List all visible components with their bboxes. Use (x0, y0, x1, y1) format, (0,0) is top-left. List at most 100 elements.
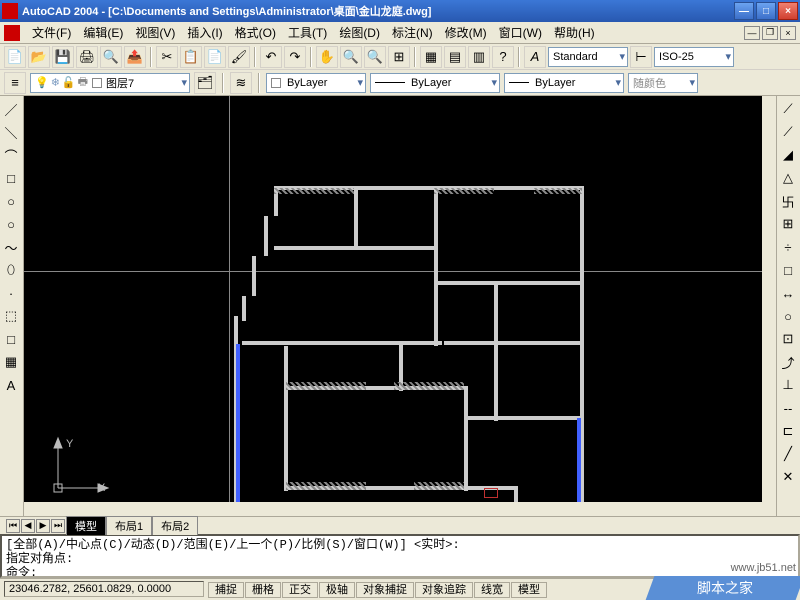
text-style-select[interactable]: Standard (548, 47, 628, 67)
modify-toolbar: ⟋⟋◢△卐⊞÷□↔○⊡⤴⊥--⊏╱✕ (776, 96, 800, 516)
status-toggle-2[interactable]: 正交 (282, 582, 318, 598)
modify-tool-3[interactable]: △ (777, 167, 799, 189)
close-button[interactable]: × (778, 2, 798, 20)
linetype-select[interactable]: ByLayer (370, 73, 500, 93)
menu-edit[interactable]: 编辑(E) (77, 22, 129, 43)
draw-tool-2[interactable]: ⌒ (0, 144, 22, 166)
preview-button[interactable]: 🔍 (100, 46, 122, 68)
draw-tool-5[interactable]: ○ (0, 213, 22, 235)
undo-button[interactable]: ↶ (260, 46, 282, 68)
menu-format[interactable]: 格式(O) (229, 22, 282, 43)
draw-tool-10[interactable]: □ (0, 328, 22, 350)
modify-tool-15[interactable]: ╱ (777, 443, 799, 465)
draw-tool-1[interactable]: ＼ (0, 121, 22, 143)
draw-toolbar: ／＼⌒□○○〜⬯·⬚□▦A (0, 96, 24, 516)
doc-close-button[interactable]: × (780, 26, 796, 40)
draw-tool-6[interactable]: 〜 (0, 236, 22, 258)
tab-next-button[interactable]: ▶ (36, 519, 50, 533)
zoom-realtime-button[interactable]: 🔍 (340, 46, 362, 68)
save-button[interactable]: 💾 (52, 46, 74, 68)
dcen-button[interactable]: ▤ (444, 46, 466, 68)
draw-tool-3[interactable]: □ (0, 167, 22, 189)
draw-tool-7[interactable]: ⬯ (0, 259, 22, 281)
status-toggle-7[interactable]: 模型 (511, 582, 547, 598)
match-button[interactable]: 🖌 (228, 46, 250, 68)
draw-tool-4[interactable]: ○ (0, 190, 22, 212)
modify-tool-16[interactable]: ✕ (777, 466, 799, 488)
tab-first-button[interactable]: ⏮ (6, 519, 20, 533)
modify-tool-13[interactable]: -- (777, 397, 799, 419)
plot-style-select[interactable]: 随颜色 (628, 73, 698, 93)
status-toggle-4[interactable]: 对象捕捉 (356, 582, 414, 598)
menu-modify[interactable]: 修改(M) (439, 22, 493, 43)
modify-tool-14[interactable]: ⊏ (777, 420, 799, 442)
redo-button[interactable]: ↷ (284, 46, 306, 68)
menu-window[interactable]: 窗口(W) (493, 22, 548, 43)
menu-tools[interactable]: 工具(T) (282, 22, 333, 43)
vertical-scrollbar[interactable] (762, 96, 776, 502)
dim-style-icon[interactable]: ⊢ (630, 46, 652, 68)
doc-minimize-button[interactable]: — (744, 26, 760, 40)
modify-tool-7[interactable]: □ (777, 259, 799, 281)
tab-prev-button[interactable]: ◀ (21, 519, 35, 533)
tab-model[interactable]: 模型 (66, 516, 106, 535)
menu-insert[interactable]: 插入(I) (181, 22, 228, 43)
menu-draw[interactable]: 绘图(D) (333, 22, 386, 43)
print-button[interactable]: 🖨 (76, 46, 98, 68)
status-toggle-5[interactable]: 对象追踪 (415, 582, 473, 598)
status-toggle-6[interactable]: 线宽 (474, 582, 510, 598)
zoom-prev-button[interactable]: 🔍 (364, 46, 386, 68)
modify-tool-0[interactable]: ⟋ (777, 98, 799, 120)
pan-button[interactable]: ✋ (316, 46, 338, 68)
paste-button[interactable]: 📄 (204, 46, 226, 68)
open-button[interactable]: 📂 (28, 46, 50, 68)
modify-tool-10[interactable]: ⊡ (777, 328, 799, 350)
tab-layout2[interactable]: 布局2 (152, 516, 198, 535)
toolpal-button[interactable]: ▥ (468, 46, 490, 68)
layer-state-button[interactable]: ≋ (230, 72, 252, 94)
maximize-button[interactable]: □ (756, 2, 776, 20)
draw-tool-8[interactable]: · (0, 282, 22, 304)
status-toggle-1[interactable]: 栅格 (245, 582, 281, 598)
cut-button[interactable]: ✂ (156, 46, 178, 68)
draw-tool-9[interactable]: ⬚ (0, 305, 22, 327)
menu-file[interactable]: 文件(F) (26, 22, 77, 43)
modify-tool-12[interactable]: ⊥ (777, 374, 799, 396)
tab-layout1[interactable]: 布局1 (106, 516, 152, 535)
status-toggle-0[interactable]: 捕捉 (208, 582, 244, 598)
copy-button[interactable]: 📋 (180, 46, 202, 68)
draw-tool-0[interactable]: ／ (0, 98, 22, 120)
horizontal-scrollbar[interactable] (24, 502, 776, 516)
status-toggle-3[interactable]: 极轴 (319, 582, 355, 598)
layer-manager-button[interactable]: ≡ (4, 72, 26, 94)
minimize-button[interactable]: — (734, 2, 754, 20)
modify-tool-8[interactable]: ↔ (777, 282, 799, 304)
doc-restore-button[interactable]: ❐ (762, 26, 778, 40)
modify-tool-6[interactable]: ÷ (777, 236, 799, 258)
zoom-window-button[interactable]: ⊞ (388, 46, 410, 68)
layer-select[interactable]: 💡❄🔓🖶 图层7 (30, 73, 190, 93)
publish-button[interactable]: 📤 (124, 46, 146, 68)
tab-last-button[interactable]: ⏭ (51, 519, 65, 533)
drawing-canvas[interactable]: Y X (24, 96, 776, 516)
menu-view[interactable]: 视图(V) (129, 22, 181, 43)
modify-tool-1[interactable]: ⟋ (777, 121, 799, 143)
modify-tool-11[interactable]: ⤴ (777, 351, 799, 373)
modify-tool-4[interactable]: 卐 (777, 190, 799, 212)
prev-layer-button[interactable]: 🗂 (194, 72, 216, 94)
properties-button[interactable]: ▦ (420, 46, 442, 68)
menu-help[interactable]: 帮助(H) (548, 22, 601, 43)
color-select[interactable]: ByLayer (266, 73, 366, 93)
draw-tool-12[interactable]: A (0, 374, 22, 396)
lineweight-select[interactable]: ByLayer (504, 73, 624, 93)
modify-tool-5[interactable]: ⊞ (777, 213, 799, 235)
dim-style-select[interactable]: ISO-25 (654, 47, 734, 67)
help-icon[interactable]: ? (492, 46, 514, 68)
modify-tool-9[interactable]: ○ (777, 305, 799, 327)
modify-tool-2[interactable]: ◢ (777, 144, 799, 166)
new-button[interactable]: 📄 (4, 46, 26, 68)
draw-tool-11[interactable]: ▦ (0, 351, 22, 373)
menu-dim[interactable]: 标注(N) (386, 22, 439, 43)
selection-marker (484, 488, 498, 498)
text-style-icon[interactable]: A (524, 46, 546, 68)
